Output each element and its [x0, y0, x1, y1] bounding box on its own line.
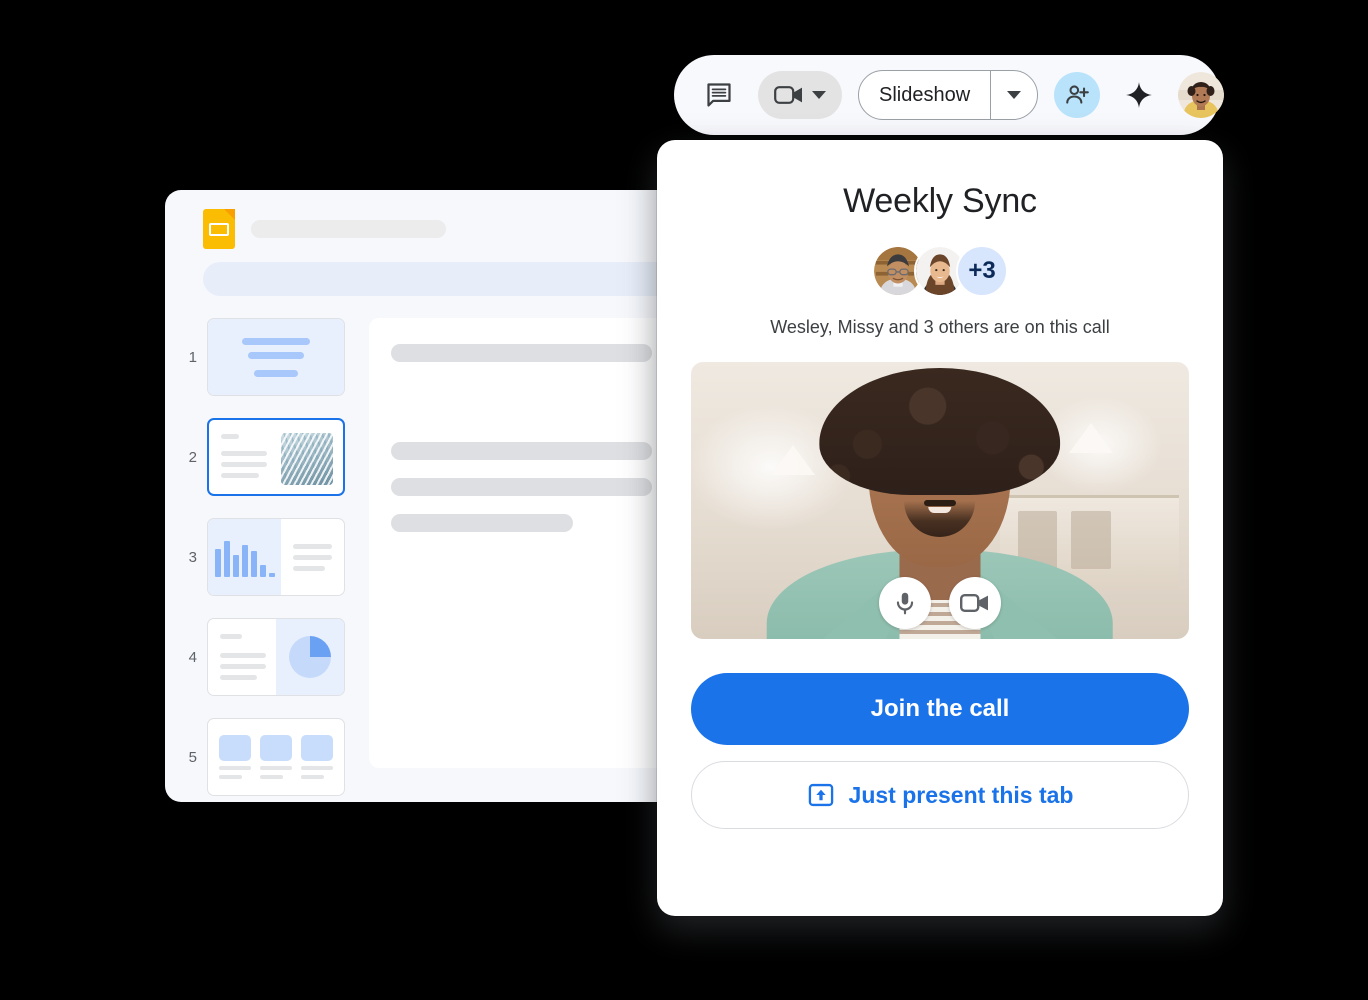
- present-to-screen-icon: [807, 781, 835, 809]
- google-slides-icon: [203, 209, 235, 249]
- slide-thumbnail-2[interactable]: [207, 418, 345, 496]
- slide-filmstrip[interactable]: 1 2 3 4 5: [165, 318, 369, 802]
- slide-number: 2: [188, 448, 197, 466]
- pie-chart-graphic: [276, 619, 344, 695]
- list-item[interactable]: 2: [183, 418, 369, 496]
- slide-thumbnail-1[interactable]: [207, 318, 345, 396]
- slide-image: [281, 433, 333, 485]
- overflow-participants-badge[interactable]: +3: [956, 245, 1008, 297]
- slides-body: 1 2 3 4 5: [165, 318, 675, 802]
- participants-summary: Wesley, Missy and 3 others are on this c…: [770, 317, 1110, 337]
- slide-number: 1: [188, 348, 197, 366]
- camera-menu-button[interactable]: [758, 71, 842, 119]
- slide-editing-canvas[interactable]: [369, 318, 675, 768]
- slides-titlebar: [165, 190, 675, 268]
- video-camera-icon: [774, 83, 804, 107]
- microphone-icon[interactable]: [879, 577, 931, 629]
- slide-thumbnail-5[interactable]: [207, 718, 345, 796]
- slideshow-button[interactable]: Slideshow: [858, 70, 1039, 120]
- slideshow-dropdown-button[interactable]: [991, 91, 1037, 99]
- chevron-down-icon: [1007, 91, 1022, 99]
- list-item[interactable]: 5: [183, 718, 369, 796]
- list-item[interactable]: 3: [183, 518, 369, 596]
- person-add-icon[interactable]: [1054, 72, 1101, 118]
- present-tab-label: Just present this tab: [848, 781, 1074, 808]
- document-title-placeholder[interactable]: [251, 220, 446, 238]
- chat-bubble-icon[interactable]: [696, 72, 742, 118]
- meet-join-card: Weekly Sync +3 Wesley, Missy and 3 other…: [657, 140, 1223, 916]
- avatar[interactable]: [1178, 72, 1225, 118]
- slide-number: 4: [188, 648, 197, 666]
- slide-thumbnail-3[interactable]: [207, 518, 345, 596]
- present-tab-button[interactable]: Just present this tab: [691, 761, 1189, 829]
- bar-chart-graphic: [208, 519, 282, 595]
- slideshow-label: Slideshow: [879, 83, 971, 106]
- self-video-preview[interactable]: [691, 362, 1189, 639]
- screenshot-stage: 1 2 3 4 5 Slideshow Weekly Sync +3 Wesle…: [0, 0, 1368, 1000]
- participant-avatars: +3: [691, 245, 1189, 297]
- slides-window: 1 2 3 4 5: [165, 190, 675, 802]
- slide-thumbnail-4[interactable]: [207, 618, 345, 696]
- list-item[interactable]: 4: [183, 618, 369, 696]
- gemini-sparkle-icon[interactable]: [1116, 72, 1162, 118]
- slides-toolbar-placeholder[interactable]: [203, 262, 675, 296]
- meet-toolbar: Slideshow: [674, 55, 1225, 135]
- page-title: Weekly Sync: [843, 182, 1037, 220]
- slide-number: 5: [188, 748, 197, 766]
- list-item[interactable]: 1: [183, 318, 369, 396]
- video-controls: [879, 577, 1001, 629]
- chevron-down-icon: [812, 91, 826, 99]
- slide-number: 3: [188, 548, 197, 566]
- video-camera-icon[interactable]: [949, 577, 1001, 629]
- join-call-button[interactable]: Join the call: [691, 673, 1189, 745]
